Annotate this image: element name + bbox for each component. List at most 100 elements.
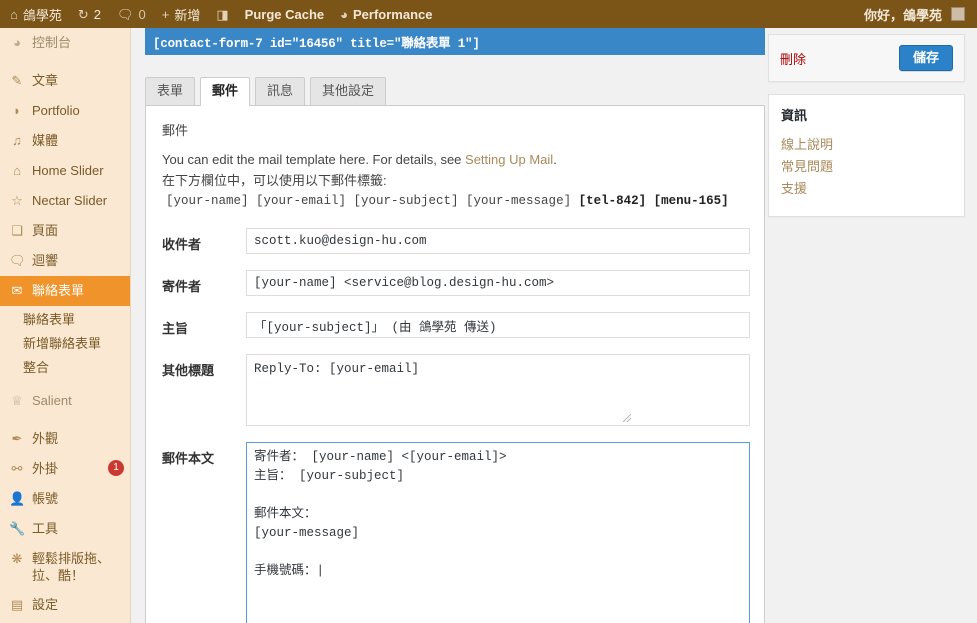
mail-tags-plain: [your-name] [your-email] [your-subject] … [166,194,579,208]
plugin-icon: ⚯ [11,461,23,476]
sidebar-item-label: 輕鬆排版拖、拉、酷！ [32,551,111,583]
from-control [246,270,750,296]
panel-description: You can edit the mail template here. For… [162,149,748,212]
info-box-links: 線上說明 常見問題 支援 [769,128,964,216]
sidebar-item-settings[interactable]: ▤ 設定 [0,590,130,620]
adminbar-updates[interactable]: ↻ 2 [70,0,109,28]
sidebar-submenu-contact-form: 聯絡表單 新增聯絡表單 整合 [0,306,130,386]
panel-heading: 郵件 [162,123,189,138]
sidebar-item-pages[interactable]: ❏ 頁面 [0,216,130,246]
wrench-icon: 🔧 [9,521,26,536]
adminbar-purge-cache[interactable]: Purge Cache [237,0,332,28]
sidebar-item-label: 迴響 [32,253,59,268]
plugins-update-badge: 1 [108,460,124,476]
form-editor-tabs: 表單 郵件 訊息 其他設定 [145,77,977,106]
tab-additional-settings[interactable]: 其他設定 [310,77,387,105]
sidebar-item-plugins[interactable]: ⚯ 外掛 1 [0,454,130,484]
sidebar-item-label: 設定 [32,597,59,612]
delete-link[interactable]: 刪除 [780,49,806,68]
sidebar-item-salient[interactable]: ♕ Salient [0,386,130,416]
page-icon: ❏ [11,223,23,238]
sidebar-item-home-slider[interactable]: ⌂ Home Slider [0,156,130,186]
description-prefix: You can edit the mail template here. For… [162,152,466,167]
info-link-support[interactable]: 支援 [781,178,952,200]
home-icon: ⌂ [10,6,18,22]
sidebar-subitem-add-new[interactable]: 新增聯絡表單 [0,332,130,356]
submit-box-inner: 刪除 儲存 [769,35,964,81]
from-label: 寄件者 [162,279,202,294]
tab-messages[interactable]: 訊息 [255,77,306,105]
crown-icon: ♕ [11,393,23,408]
field-row-headers: 其他標題 Reply-To: [your-email] [162,354,750,426]
description-line-2: 在下方欄位中，可以使用以下郵件標籤: [162,173,387,188]
submit-box: 刪除 儲存 [768,34,965,82]
mail-panel: 郵件 You can edit the mail template here. … [145,105,765,623]
sidebar-item-label: 外觀 [32,431,59,446]
field-row-from: 寄件者 [162,270,750,296]
info-link-faq[interactable]: 常見問題 [781,156,952,178]
to-input[interactable] [246,228,750,254]
description-suffix: . [553,152,557,167]
sidebar-item-label: 頁面 [32,223,59,238]
subject-label: 主旨 [162,321,189,336]
sidebar-item-label: 控制台 [32,35,72,50]
adminbar-comments[interactable]: 🗨 0 [109,0,154,28]
avatar [951,7,965,21]
media-icon: ♫ [12,133,22,148]
sidebar-item-media[interactable]: ♫ 媒體 [0,126,130,156]
sidebar-item-comments[interactable]: 🗨 迴響 [0,246,130,276]
setting-up-mail-link[interactable]: Setting Up Mail [465,152,553,167]
sidebar-item-nectar-slider[interactable]: ☆ Nectar Slider [0,186,130,216]
sidebar-item-label: Salient [32,393,72,408]
adminbar-site-name: 鴿學苑 [22,7,62,23]
shortcode-display[interactable]: [contact-form-7 id="16456" title="聯絡表單 1… [145,28,765,55]
to-label: 收件者 [162,237,202,252]
seo-icon: ◨ [216,6,229,22]
portfolio-icon: ◗ [13,103,21,118]
updates-icon: ↻ [77,6,89,22]
from-input[interactable] [246,270,750,296]
sidebar-item-contact-form[interactable]: ✉ 聯絡表單 [0,276,130,306]
subject-input[interactable] [246,312,750,338]
info-link-docs[interactable]: 線上說明 [781,134,952,156]
body-label: 郵件本文 [162,451,215,466]
adminbar-updates-count: 2 [93,6,102,22]
sidebar-item-label: Portfolio [32,103,80,118]
additional-headers-textarea[interactable]: Reply-To: [your-email] [246,354,750,426]
save-button[interactable]: 儲存 [898,45,953,71]
sidebar-subitem-integration[interactable]: 整合 [0,356,130,380]
settings-icon: ▤ [10,597,24,612]
adminbar-new[interactable]: + 新增 [154,0,209,28]
tab-form[interactable]: 表單 [145,77,196,105]
tab-mail[interactable]: 郵件 [200,77,251,106]
adminbar-purge-cache-label: Purge Cache [244,6,325,22]
field-row-subject: 主旨 [162,312,750,338]
sidebar-item-page-builder[interactable]: ❋ 輕鬆排版拖、拉、酷！ [0,544,130,590]
sidebar-item-label: 聯絡表單 [32,283,85,298]
sidebar-item-portfolio[interactable]: ◗ Portfolio [0,96,130,126]
performance-icon: ◕ [340,6,349,22]
sidebar-item-label: Home Slider [32,163,104,178]
headers-label: 其他標題 [162,363,215,378]
sidebar-item-users[interactable]: 👤 帳號 [0,484,130,514]
adminbar-account[interactable]: 你好，鴿學苑 [856,0,977,28]
headers-control: Reply-To: [your-email] [246,354,750,426]
mail-body-textarea[interactable]: 寄件者： [your-name] <[your-email]> 主旨： [you… [246,442,750,623]
sidebar-item-posts[interactable]: ✎ 文章 [0,66,130,96]
user-icon: 👤 [9,491,26,506]
star-icon: ☆ [11,193,23,208]
adminbar-site-link[interactable]: ⌂ 鴿學苑 [0,0,70,28]
dashboard-icon: ◕ [13,35,21,50]
sidebar-item-dashboard[interactable]: ◕ 控制台 [0,28,130,58]
mail-tags-bold: [tel-842] [menu-165] [578,194,729,208]
adminbar-performance[interactable]: ◕ Performance [332,0,440,28]
sidebar-item-tools[interactable]: 🔧 工具 [0,514,130,544]
adminbar-seo[interactable]: ◨ [208,0,236,28]
email-icon: ✉ [11,283,23,298]
puzzle-icon: ❋ [11,551,23,566]
sidebar-item-label: 外掛 [32,461,59,476]
sidebar-separator [0,416,130,424]
adminbar-greeting: 你好，鴿學苑 [863,7,942,23]
sidebar-subitem-contact-forms[interactable]: 聯絡表單 [0,308,130,332]
sidebar-item-appearance[interactable]: ✒ 外觀 [0,424,130,454]
